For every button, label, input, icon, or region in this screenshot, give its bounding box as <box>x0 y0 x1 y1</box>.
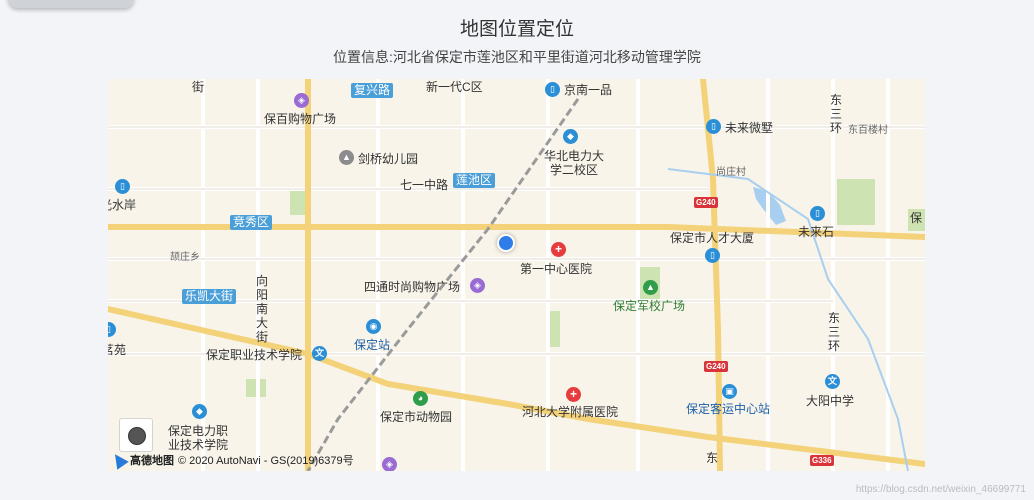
page-title: 地图位置定位 <box>459 19 574 40</box>
place-label: 保定电力职业技术学院 <box>168 424 229 452</box>
shopping-icon: ◈ <box>294 93 309 108</box>
amap-logo-icon <box>109 450 129 470</box>
road-label-fuxing: 复兴路 <box>351 83 394 98</box>
place-label: 尚庄村 <box>716 167 746 178</box>
place-label: 第一中心医院 <box>520 262 593 276</box>
building-icon: ▯ <box>705 248 720 263</box>
place-label: 保定市人才大厦 <box>670 231 755 245</box>
school-icon: 文 <box>312 346 327 361</box>
copyright-text: © 2020 AutoNavi - GS(2019)6379号 <box>178 455 354 467</box>
university-icon: ◆ <box>192 404 207 419</box>
place-label: 颉庄乡 <box>170 252 200 263</box>
place-label: 保定客运中心站 <box>686 402 771 416</box>
place-label: 东三环 <box>830 93 843 135</box>
map-attribution: 高德地图 © 2020 AutoNavi - GS(2019)6379号 <box>109 450 354 470</box>
place-label: 向阳南大街 <box>256 274 269 344</box>
place-label: 保定市动物园 <box>380 410 453 424</box>
place-label: 保定军校广场 <box>613 299 686 313</box>
shopping-icon: ◈ <box>382 457 397 471</box>
place-label: 新一代C区 <box>426 80 483 94</box>
location-info: 位置信息:河北省保定市莲池区和平里街道河北移动管理学院 <box>333 49 701 65</box>
place-label: 茗苑 <box>108 343 127 357</box>
place-label: 东百楼村 <box>848 125 888 136</box>
place-label: 未来石 <box>798 225 835 239</box>
locate-icon <box>128 427 146 445</box>
place-label: 街 <box>192 80 205 94</box>
place-label: 四通时尚购物广场 <box>364 280 461 294</box>
place-label: 东 <box>706 451 719 465</box>
building-icon: ▯ <box>115 179 130 194</box>
place-label: 保 <box>910 211 923 225</box>
school-icon: ▲ <box>339 150 354 165</box>
road-label-lekai: 乐凯大街 <box>182 289 237 304</box>
zoo-icon: ◕ <box>413 391 428 406</box>
park-icon: ▲ <box>643 280 658 295</box>
place-label: 保百购物广场 <box>264 112 337 126</box>
current-location-marker[interactable] <box>497 234 515 252</box>
university-icon: ◆ <box>563 129 578 144</box>
hospital-icon: + <box>566 387 581 402</box>
place-label: 华北电力大学二校区 <box>543 149 604 177</box>
building-icon: ▯ <box>810 206 825 221</box>
place-label: 京南一品 <box>564 83 613 97</box>
highway-shield: G336 <box>810 455 834 466</box>
hospital-icon: + <box>551 242 566 257</box>
place-label: 东三环 <box>828 311 841 353</box>
place-label: 光水岸 <box>108 198 137 212</box>
place-label: 河北大学附属医院 <box>522 405 619 419</box>
place-label: 七一中路 <box>400 178 449 192</box>
locate-button[interactable] <box>119 418 153 452</box>
school-icon: 文 <box>825 374 840 389</box>
map-base <box>108 79 925 471</box>
bus-station-icon: ▣ <box>722 384 737 399</box>
train-station-icon: ◉ <box>366 319 381 334</box>
highway-shield: G240 <box>694 197 718 208</box>
place-label: 保定站 <box>354 338 391 352</box>
watermark: https://blog.csdn.net/weixin_46699771 <box>855 484 1026 495</box>
top-toggle-button[interactable] <box>8 0 134 8</box>
building-icon: ▯ <box>706 119 721 134</box>
place-label: 未来微墅 <box>725 121 774 135</box>
highway-shield: G240 <box>704 361 728 372</box>
map-logo-text: 高德地图 <box>130 455 174 467</box>
shopping-icon: ◈ <box>470 278 485 293</box>
building-icon: ▯ <box>545 82 560 97</box>
road-label-lianchi: 莲池区 <box>453 173 496 188</box>
place-label: 大阳中学 <box>806 394 855 408</box>
place-label: 保定职业技术学院 <box>206 348 303 362</box>
place-label: 剑桥幼儿园 <box>358 152 419 166</box>
map-view[interactable]: 复兴路 莲池区 竞秀区 乐凯大街 G240 G240 G336 街 新一代C区 … <box>108 79 925 471</box>
road-label-jingxiu: 竞秀区 <box>230 215 273 230</box>
